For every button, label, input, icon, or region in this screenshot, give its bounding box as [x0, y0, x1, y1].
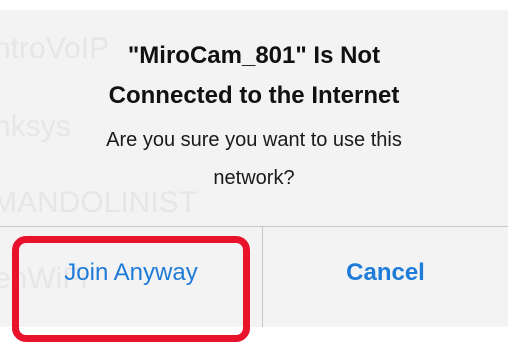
join-anyway-highlight: [12, 236, 250, 342]
alert-title-line-2: Connected to the Internet: [108, 82, 400, 109]
alert-dialog: ntroVoIP nksys MANDOLINIST enWiFi "MiroC…: [0, 10, 508, 342]
alert-title-line-1: "MiroCam_801" Is Not: [127, 42, 381, 69]
cancel-button[interactable]: Cancel: [263, 227, 508, 327]
alert-message-line-2: network?: [213, 167, 295, 189]
alert-message-line-1: Are you sure you want to use this: [106, 129, 402, 151]
